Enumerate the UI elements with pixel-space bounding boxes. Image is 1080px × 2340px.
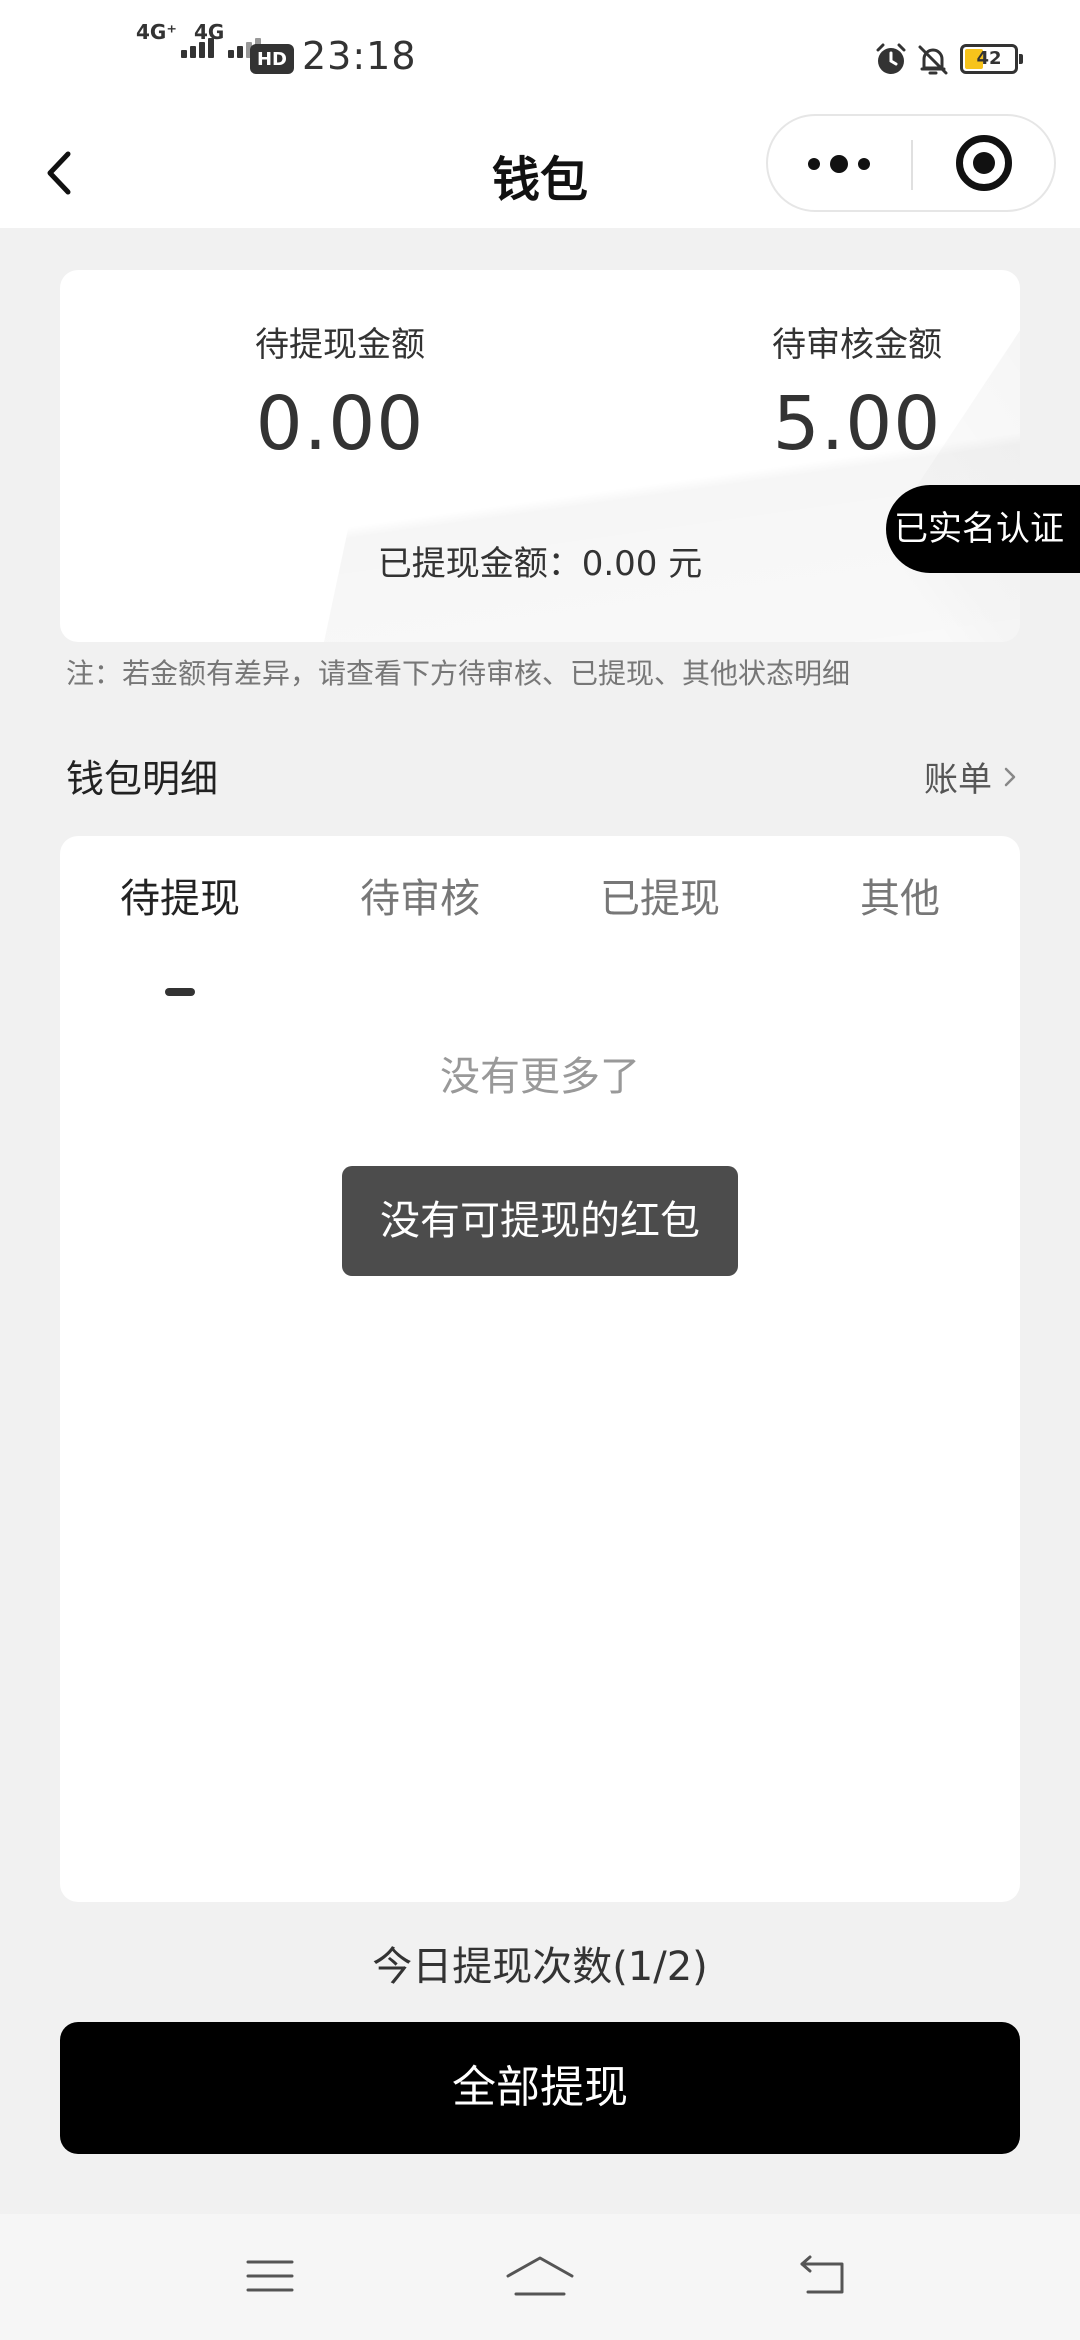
withdrawn-amount: 已提现金额：0.00 元 (377, 544, 703, 584)
amount-note: 注：若金额有差异，请查看下方待审核、已提现、其他状态明细 (66, 657, 851, 690)
system-nav-bar (0, 2214, 1080, 2340)
status-time: 23:18 (302, 34, 417, 78)
home-icon[interactable] (500, 2244, 580, 2308)
bell-off-icon (918, 45, 948, 75)
pending-withdraw-block: 待提现金额 0.00 (150, 322, 530, 474)
pending-review-value: 5.00 (772, 381, 942, 467)
tab-pending-review[interactable]: 待审核 (300, 866, 540, 966)
miniprogram-capsule (766, 114, 1056, 212)
more-dots-icon[interactable] (768, 116, 911, 210)
bill-link-label: 账单 (924, 760, 992, 800)
pending-withdraw-label: 待提现金额 (255, 325, 425, 365)
wallet-page: 4G⁺ 4G HD 23:18 42 钱包 待提现金额 0.00 待审核金额 5… (0, 0, 1080, 2340)
pending-withdraw-value: 0.00 (255, 381, 425, 467)
toast-message: 没有可提现的红包 (342, 1166, 738, 1276)
today-withdraw-count: 今日提现次数(1/2) (372, 1944, 708, 1990)
battery-level: 42 (976, 48, 1002, 69)
target-close-icon[interactable] (913, 116, 1056, 210)
hd-icon: HD (250, 44, 294, 74)
section-title: 钱包明细 (66, 757, 219, 801)
alarm-icon (876, 43, 906, 74)
active-tab-indicator (165, 988, 195, 996)
tab-label: 已提现 (600, 876, 720, 922)
empty-list-text: 没有更多了 (440, 1054, 640, 1100)
pending-review-label: 待审核金额 (772, 325, 942, 365)
verified-badge[interactable]: 已实名认证 (886, 485, 1080, 573)
network-type-label: 4G (194, 20, 225, 44)
withdraw-all-button[interactable]: 全部提现 (60, 2022, 1020, 2154)
details-tabs: 待提现 待审核 已提现 其他 (60, 866, 1020, 996)
tab-label: 其他 (860, 876, 940, 922)
wallet-details-card: 待提现 待审核 已提现 其他 没有更多了 (60, 836, 1020, 1902)
tab-label: 待提现 (120, 876, 240, 922)
tab-other[interactable]: 其他 (780, 866, 1020, 966)
balance-summary-card: 待提现金额 0.00 待审核金额 5.00 已提现金额：0.00 元 (60, 270, 1020, 642)
back-icon[interactable] (784, 2244, 864, 2308)
battery-icon: 42 (960, 44, 1023, 74)
menu-icon[interactable] (230, 2244, 310, 2308)
bill-link[interactable]: 账单 (924, 752, 1018, 801)
pending-review-block: 待审核金额 5.00 (667, 322, 1020, 474)
network-type-label: 4G⁺ (136, 20, 177, 44)
chevron-right-icon (1004, 767, 1016, 786)
status-bar: 4G⁺ 4G HD 23:18 42 (0, 0, 1080, 118)
tab-label: 待审核 (360, 876, 480, 922)
tab-withdrawn[interactable]: 已提现 (540, 866, 780, 966)
tab-pending-withdraw[interactable]: 待提现 (60, 866, 300, 996)
